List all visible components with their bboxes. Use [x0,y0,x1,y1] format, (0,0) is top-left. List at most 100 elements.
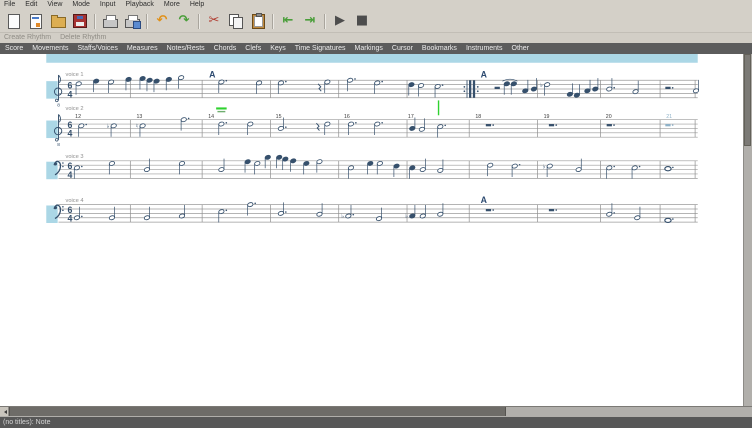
redo-button[interactable]: ↷ [173,11,195,31]
half-note[interactable] [544,82,550,87]
bass-clef[interactable] [54,206,57,209]
vertical-scrollbar[interactable] [743,54,752,406]
half-note[interactable] [74,215,80,220]
quarter-note[interactable] [531,86,537,91]
time-signature-denominator[interactable]: 4 [67,170,72,180]
half-note[interactable] [606,86,612,91]
rehearsal-mark[interactable]: A [481,195,488,205]
cmenu-instruments[interactable]: Instruments [466,44,503,54]
undo-button[interactable]: ↶ [151,11,173,31]
half-note[interactable] [278,211,284,216]
stop-button[interactable]: ■ [351,11,373,31]
score-canvas[interactable]: voice 1864AA♭voice 286412131415161718192… [0,54,744,406]
quarter-note[interactable] [409,126,415,131]
half-note[interactable] [512,163,518,168]
cmenu-markings[interactable]: Markings [355,44,383,54]
whole-measure-rest[interactable] [549,124,554,126]
half-note[interactable] [144,167,150,172]
go-to-end-button[interactable]: ⇥ [299,11,321,31]
time-signature-denominator[interactable]: 4 [67,214,72,224]
print-button[interactable] [99,11,121,31]
whole-measure-rest[interactable] [486,209,491,211]
go-to-start-button[interactable]: ⇤ [277,11,299,31]
play-button[interactable]: ▶ [329,11,351,31]
half-note[interactable] [178,75,184,80]
whole-note[interactable] [665,167,671,171]
quarter-note[interactable] [290,158,296,163]
half-note[interactable] [247,121,253,126]
cmenu-other[interactable]: Other [512,44,530,54]
half-note[interactable] [634,215,640,220]
half-note[interactable] [347,78,353,83]
whole-measure-rest[interactable] [486,124,491,126]
quarter-note[interactable] [567,92,573,97]
half-note[interactable] [218,167,224,172]
staff-selector-tab[interactable] [46,81,57,99]
half-note[interactable] [547,163,553,168]
quarter-note[interactable] [244,159,250,164]
half-note[interactable] [324,121,330,126]
menu-playback[interactable]: Playback [125,1,153,10]
open-button[interactable] [47,11,69,31]
quarter-note[interactable] [511,81,517,86]
bass-clef[interactable] [62,162,64,164]
menu-help[interactable]: Help [190,1,204,10]
cmenu-clefs[interactable]: Clefs [245,44,261,54]
cmenu-notes-rests[interactable]: Notes/Rests [167,44,205,54]
half-note[interactable] [316,212,322,217]
rehearsal-mark[interactable]: A [481,70,488,80]
half-note[interactable] [144,215,150,220]
quarter-note[interactable] [408,82,414,87]
bass-clef[interactable] [54,162,57,165]
half-note[interactable] [575,167,581,172]
cmenu-chords[interactable]: Chords [214,44,237,54]
whole-measure-rest[interactable] [607,124,612,126]
half-note[interactable] [420,167,426,172]
staff-selector-tab[interactable] [46,121,57,139]
half-note[interactable] [218,121,224,126]
bass-clef[interactable] [62,166,64,168]
half-note[interactable] [278,126,284,131]
half-note[interactable] [606,212,612,217]
menu-view[interactable]: View [47,1,62,10]
half-note[interactable] [419,127,425,132]
half-note[interactable] [348,121,354,126]
half-note[interactable] [437,168,443,173]
treble-clef[interactable] [55,99,58,102]
quarter-note[interactable] [276,155,282,160]
half-note[interactable] [374,121,380,126]
half-note[interactable] [487,163,493,168]
cut-button[interactable]: ✂ [203,11,225,31]
cmenu-score[interactable]: Score [5,44,23,54]
create-rhythm-button[interactable]: Create Rhythm [4,34,51,43]
half-note[interactable] [316,159,322,164]
vertical-scrollbar-thumb[interactable] [744,54,751,146]
new-from-template-button[interactable] [25,11,47,31]
whole-measure-rest[interactable] [549,209,554,211]
cmenu-cursor[interactable]: Cursor [392,44,413,54]
copy-button[interactable] [225,11,247,31]
rehearsal-mark[interactable]: A [209,70,216,80]
quarter-note[interactable] [393,163,399,168]
scroll-left-button[interactable] [0,407,9,416]
half-rest[interactable] [665,87,670,89]
quarter-note[interactable] [265,155,271,160]
cmenu-measures[interactable]: Measures [127,44,158,54]
menu-more[interactable]: More [164,1,180,10]
half-note[interactable] [247,202,253,207]
half-note[interactable] [181,117,187,122]
delete-rhythm-button[interactable]: Delete Rhythm [60,34,106,43]
paste-button[interactable] [247,11,269,31]
time-signature-denominator[interactable]: 4 [67,129,72,139]
half-note[interactable] [109,215,115,220]
cmenu-staffs-voices[interactable]: Staffs/Voices [77,44,117,54]
bass-clef[interactable] [62,206,64,208]
half-rest[interactable] [495,87,500,89]
half-note[interactable] [418,83,424,88]
quarter-note[interactable] [592,86,598,91]
quarter-note[interactable] [125,77,131,82]
whole-measure-rest[interactable] [665,124,670,126]
menu-input[interactable]: Input [100,1,116,10]
bass-clef[interactable] [62,210,64,212]
time-signature-denominator[interactable]: 4 [67,89,72,99]
